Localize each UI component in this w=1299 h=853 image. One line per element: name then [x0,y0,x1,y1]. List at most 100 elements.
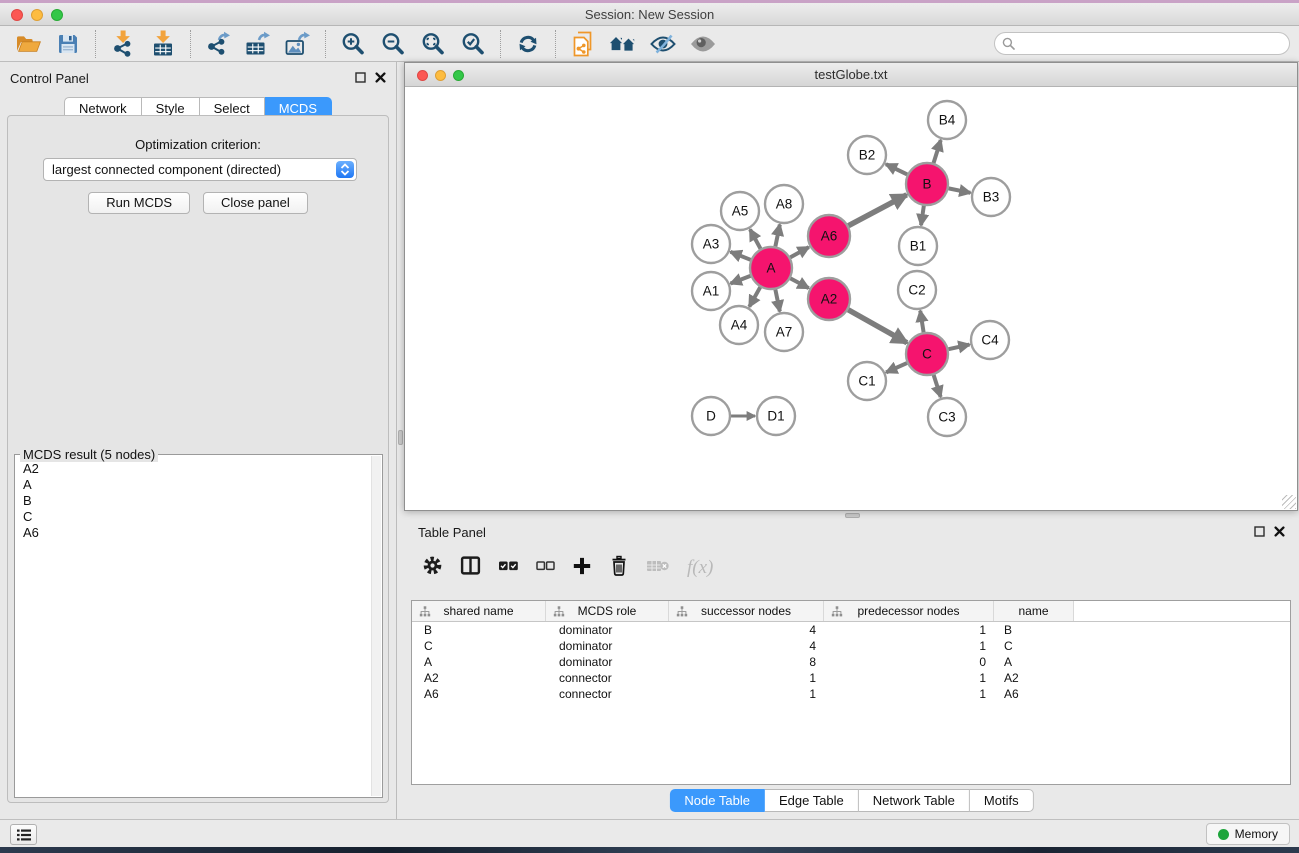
table-row[interactable]: A6connector11A6 [412,686,1290,702]
criterion-dropdown[interactable]: largest connected component (directed) [43,158,357,181]
column-header-MCDS-role[interactable]: MCDS role [546,601,669,621]
graph-node-A6[interactable]: A6 [808,215,850,257]
delete-column-button[interactable] [609,555,629,582]
panel-divider-grip[interactable] [398,430,403,445]
result-scrollbar[interactable] [371,456,381,796]
import-network-button[interactable] [103,28,143,60]
graph-node-C1[interactable]: C1 [848,362,886,400]
new-network-from-selection-button[interactable] [563,28,603,60]
mcds-result-item[interactable]: C [15,509,370,525]
search-box[interactable] [994,32,1290,55]
graph-node-A5[interactable]: A5 [721,192,759,230]
hide-selected-button[interactable] [643,28,683,60]
window-resize-grip[interactable] [1282,495,1296,509]
graph-node-A8[interactable]: A8 [765,185,803,223]
function-builder-button[interactable]: f(x) [687,557,713,579]
graph-edge-C-C3[interactable] [934,375,941,397]
graph-node-B[interactable]: B [906,163,948,205]
search-input[interactable] [1020,37,1289,51]
graph-edge-A2-C[interactable] [848,310,907,343]
graph-node-D1[interactable]: D1 [757,397,795,435]
graph-edge-B-B3[interactable] [949,188,971,192]
graph-edge-A-A4[interactable] [749,287,760,307]
table-row[interactable]: A2connector11A2 [412,670,1290,686]
column-header-name[interactable]: name [994,601,1074,621]
close-panel-icon[interactable] [375,72,386,83]
graph-node-C3[interactable]: C3 [928,398,966,436]
memory-button[interactable]: Memory [1206,823,1290,845]
table-row[interactable]: Bdominator41B [412,622,1290,638]
graph-node-A1[interactable]: A1 [692,272,730,310]
graph-node-C[interactable]: C [906,333,948,375]
minimize-view-button[interactable] [435,70,446,81]
graph-node-D[interactable]: D [692,397,730,435]
close-panel-icon[interactable] [1274,526,1285,537]
horizontal-divider-grip[interactable] [845,513,860,518]
home-views-button[interactable] [603,28,643,60]
mcds-result-item[interactable]: B [15,493,370,509]
zoom-view-button[interactable] [453,70,464,81]
show-preview-button[interactable] [683,28,723,60]
save-session-button[interactable] [48,28,88,60]
graph-node-C4[interactable]: C4 [971,321,1009,359]
graph-edge-B-B2[interactable] [886,164,907,174]
table-tab-network-table[interactable]: Network Table [859,789,970,812]
deselect-all-button[interactable] [536,556,555,581]
graph-edge-B-B1[interactable] [921,206,924,225]
graph-edge-A-A2[interactable] [790,278,808,288]
select-all-button[interactable] [498,556,519,581]
network-canvas[interactable]: B4 B2 B B3 A8A5 A6 A3 B1 A C2 A1 A2 A4A7 C4 C C1 D D1 C3 [405,87,1297,509]
graph-edge-A-A6[interactable] [790,247,809,257]
column-header-successor-nodes[interactable]: successor nodes [669,601,824,621]
add-column-button[interactable] [572,556,592,581]
graph-edge-A-A8[interactable] [775,225,779,247]
graph-edge-A-A5[interactable] [750,229,760,248]
table-row[interactable]: Adominator80A [412,654,1290,670]
open-session-button[interactable] [8,28,48,60]
zoom-out-button[interactable] [373,28,413,60]
graph-node-A3[interactable]: A3 [692,225,730,263]
mcds-result-item[interactable]: A6 [15,525,370,541]
graph-edge-C-C1[interactable] [886,363,907,372]
close-panel-button[interactable]: Close panel [203,192,308,214]
import-table-button[interactable] [143,28,183,60]
graph-node-A[interactable]: A [750,247,792,289]
table-row[interactable]: Cdominator41C [412,638,1290,654]
table-tab-edge-table[interactable]: Edge Table [765,789,859,812]
column-header-shared-name[interactable]: shared name [412,601,546,621]
graph-edge-A-A3[interactable] [730,252,750,260]
mcds-result-item[interactable]: A [15,477,370,493]
zoom-selected-button[interactable] [453,28,493,60]
graph-edge-C-C2[interactable] [920,311,923,333]
graph-node-C2[interactable]: C2 [898,271,936,309]
settings-gear-button[interactable] [422,555,443,581]
mcds-result-item[interactable]: A2 [15,461,370,477]
graph-edge-A6-B[interactable] [848,195,906,226]
graph-node-B4[interactable]: B4 [928,101,966,139]
table-tab-motifs[interactable]: Motifs [970,789,1034,812]
task-history-button[interactable] [10,824,37,845]
graph-node-B3[interactable]: B3 [972,178,1010,216]
graph-node-A4[interactable]: A4 [720,306,758,344]
graph-edge-A-A7[interactable] [775,290,779,312]
export-table-button[interactable] [238,28,278,60]
graph-edge-A-A1[interactable] [731,276,751,284]
zoom-in-button[interactable] [333,28,373,60]
graph-edge-B-B4[interactable] [934,140,941,163]
float-panel-icon[interactable] [1254,526,1265,537]
export-network-button[interactable] [198,28,238,60]
refresh-view-button[interactable] [508,28,548,60]
column-visibility-button[interactable] [460,555,481,581]
export-image-button[interactable] [278,28,318,60]
graph-node-A2[interactable]: A2 [808,278,850,320]
close-view-button[interactable] [417,70,428,81]
graph-node-A7[interactable]: A7 [765,313,803,351]
node-table[interactable]: shared nameMCDS rolesuccessor nodesprede… [411,600,1291,785]
graph-node-B2[interactable]: B2 [848,136,886,174]
graph-node-B1[interactable]: B1 [899,227,937,265]
column-header-predecessor-nodes[interactable]: predecessor nodes [824,601,994,621]
graph-edge-C-C4[interactable] [948,345,969,350]
run-mcds-button[interactable]: Run MCDS [88,192,190,214]
zoom-fit-button[interactable] [413,28,453,60]
delete-table-button[interactable] [646,557,670,580]
